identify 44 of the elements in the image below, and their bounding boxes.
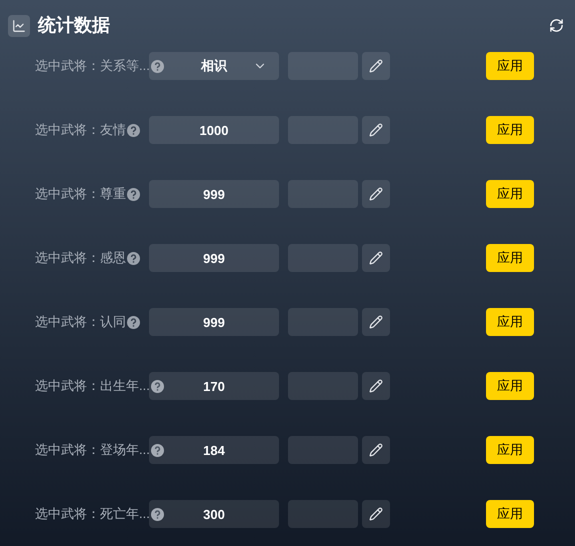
edit-button[interactable] — [362, 180, 390, 208]
pencil-icon — [369, 123, 383, 137]
edit-button[interactable] — [362, 500, 390, 528]
apply-button[interactable]: 应用 — [486, 180, 534, 208]
chart-icon — [8, 14, 30, 36]
pencil-icon — [369, 507, 383, 521]
field-label: 选中武将：尊重 — [35, 185, 126, 204]
pencil-icon — [369, 315, 383, 329]
help-icon — [150, 444, 164, 456]
apply-button[interactable]: 应用 — [486, 436, 534, 464]
edit-button[interactable] — [362, 116, 390, 144]
field-label: 选中武将：友情 — [35, 121, 126, 140]
refresh-icon[interactable] — [549, 18, 564, 33]
help-icon — [127, 188, 140, 200]
edit-button[interactable] — [362, 244, 390, 272]
pencil-icon — [369, 443, 383, 457]
help-icon — [127, 252, 140, 264]
apply-button[interactable]: 应用 — [486, 308, 534, 336]
edit-button[interactable] — [362, 436, 390, 464]
field-label: 选中武将：出生年... — [35, 377, 150, 396]
help-icon — [150, 508, 164, 520]
pencil-icon — [369, 251, 383, 265]
field-label: 选中武将：登场年... — [35, 441, 150, 460]
pencil-icon — [369, 59, 383, 73]
field-label: 选中武将：关系等... — [35, 57, 150, 76]
help-icon — [150, 380, 164, 392]
help-icon — [127, 316, 140, 328]
apply-button[interactable]: 应用 — [486, 500, 534, 528]
apply-button[interactable]: 应用 — [486, 372, 534, 400]
pencil-icon — [369, 379, 383, 393]
field-label: 选中武将：认同 — [35, 313, 126, 332]
pencil-icon — [369, 187, 383, 201]
apply-button[interactable]: 应用 — [486, 116, 534, 144]
dropdown[interactable]: 相识 — [149, 52, 279, 80]
help-icon — [127, 124, 140, 136]
help-icon — [150, 60, 164, 72]
apply-button[interactable]: 应用 — [486, 52, 534, 80]
field-label: 选中武将：感恩 — [35, 249, 126, 268]
apply-button[interactable]: 应用 — [486, 244, 534, 272]
field-label: 选中武将：死亡年... — [35, 505, 150, 524]
panel-title: 统计数据 — [38, 14, 110, 37]
edit-button[interactable] — [362, 52, 390, 80]
edit-button[interactable] — [362, 308, 390, 336]
edit-button[interactable] — [362, 372, 390, 400]
